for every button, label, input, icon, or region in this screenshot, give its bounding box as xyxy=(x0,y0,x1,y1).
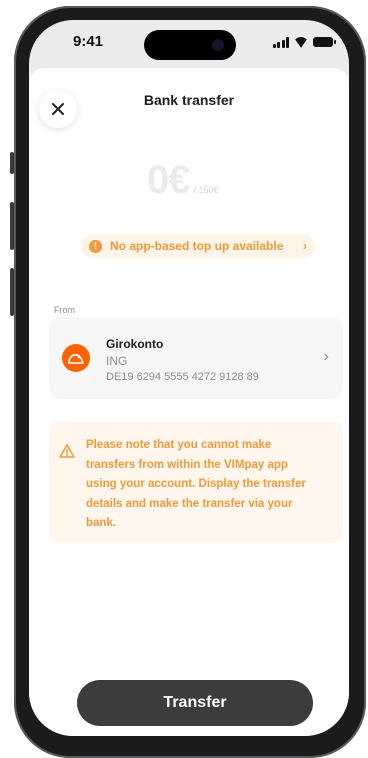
account-iban: DE19 6294 5555 4272 9128 89 xyxy=(106,371,259,383)
status-bar: 9:41 xyxy=(29,20,349,68)
transfer-notice: Please note that you cannot make transfe… xyxy=(49,421,343,543)
source-account-card[interactable]: Girokonto ING DE19 6294 5555 4272 9128 8… xyxy=(49,317,343,399)
camera-icon xyxy=(212,39,224,51)
notice-text: Please note that you cannot make transfe… xyxy=(86,439,306,529)
amount-limit: / 150€ xyxy=(193,185,219,195)
from-label: From xyxy=(54,305,75,315)
info-pill-text: No app-based top up available xyxy=(110,239,284,253)
close-button[interactable] xyxy=(39,90,77,128)
account-name: Girokonto xyxy=(106,337,164,351)
warning-triangle-icon xyxy=(59,444,75,458)
chevron-right-icon: › xyxy=(303,239,307,253)
chevron-right-icon: › xyxy=(323,348,329,365)
page-title: Bank transfer xyxy=(143,92,235,108)
volume-up-button xyxy=(10,202,14,250)
amount-value: 0€ xyxy=(147,158,190,202)
account-bank: ING xyxy=(106,354,128,368)
bank-transfer-sheet: Bank transfer 0€ / 150€ ! No app-based t… xyxy=(29,68,349,736)
status-icons xyxy=(272,35,336,49)
transfer-button[interactable]: Transfer xyxy=(77,680,313,726)
volume-down-button xyxy=(10,268,14,316)
mute-switch xyxy=(10,152,14,174)
signal-icon xyxy=(272,36,289,48)
no-top-up-info-pill[interactable]: ! No app-based top up available › xyxy=(81,234,315,258)
amount-display: 0€ / 150€ xyxy=(147,158,219,203)
ing-bank-logo-icon xyxy=(62,344,90,372)
close-icon xyxy=(52,103,64,115)
dynamic-island xyxy=(144,30,236,60)
phone-screen: 9:41 Bank transfer 0€ / 150€ ! No app-ba… xyxy=(29,20,349,736)
status-time: 9:41 xyxy=(73,33,104,50)
battery-icon xyxy=(313,37,336,47)
warning-circle-icon: ! xyxy=(89,239,102,253)
wifi-icon xyxy=(294,37,308,48)
